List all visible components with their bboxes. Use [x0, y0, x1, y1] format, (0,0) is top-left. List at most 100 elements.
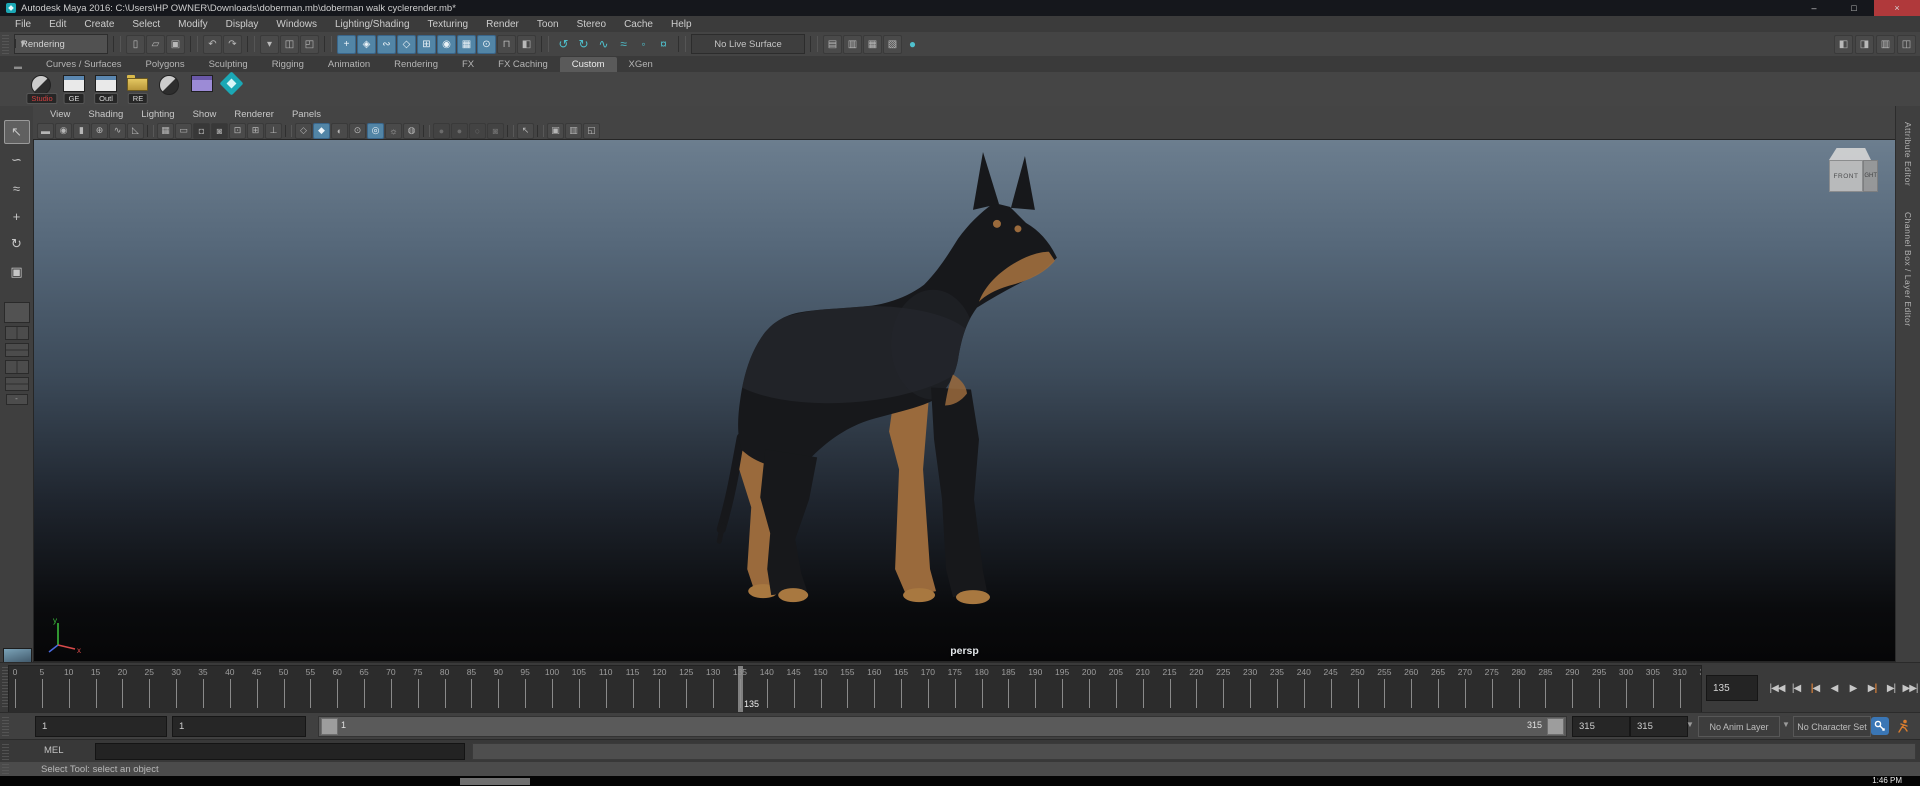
snap-curve-icon[interactable]: ◈	[357, 34, 376, 54]
menu-help[interactable]: Help	[662, 19, 701, 30]
panel-menu-show[interactable]: Show	[184, 109, 226, 120]
view-cube-front-face[interactable]: FRONT	[1829, 160, 1863, 192]
save-scene-icon[interactable]: ▣	[166, 34, 185, 54]
shelf-tab-custom[interactable]: Custom	[559, 57, 617, 72]
point-history-icon[interactable]: ◦	[634, 35, 653, 54]
depth-peeling-icon[interactable]: ●	[451, 122, 468, 139]
shelf-item-maya[interactable]	[219, 71, 246, 104]
panel-menu-renderer[interactable]: Renderer	[225, 109, 283, 120]
go-to-end-button[interactable]: ▶▶|	[1902, 678, 1919, 698]
menu-stereo[interactable]: Stereo	[568, 19, 615, 30]
shelf-tab-polygons[interactable]: Polygons	[134, 57, 197, 72]
snap-point-icon[interactable]: ∾	[377, 34, 396, 54]
camera-attributes-icon[interactable]: ◉	[55, 122, 72, 139]
range-grip[interactable]	[2, 716, 9, 736]
sidebar-tab-attribute-editor[interactable]: Attribute Editor	[1903, 122, 1913, 186]
move-tool[interactable]: +	[4, 204, 30, 228]
menu-toon[interactable]: Toon	[528, 19, 568, 30]
menu-windows[interactable]: Windows	[267, 19, 326, 30]
step-back-frame-button[interactable]: |◀	[1788, 678, 1804, 698]
live-surface-field[interactable]: No Live Surface	[691, 34, 805, 54]
close-button[interactable]: ×	[1874, 0, 1920, 16]
animation-preferences-button[interactable]	[1894, 717, 1912, 735]
current-frame-marker[interactable]	[737, 666, 743, 712]
menu-render[interactable]: Render	[477, 19, 528, 30]
in-viewport-effects-icon[interactable]: ○	[469, 122, 486, 139]
panel-menu-shading[interactable]: Shading	[79, 109, 132, 120]
sidebar-tool-settings-icon[interactable]: ◨	[1855, 34, 1874, 54]
shelf-item-studio[interactable]: Studio	[26, 72, 58, 104]
viewport-renderer-icon[interactable]: ◙	[487, 122, 504, 139]
shelf-item-editor[interactable]	[190, 72, 214, 104]
taskbar-app-button[interactable]	[460, 778, 530, 785]
shelf-tab-sculpting[interactable]: Sculpting	[197, 57, 260, 72]
layout-shortcut-button[interactable]	[3, 302, 30, 323]
menu-lighting-shading[interactable]: Lighting/Shading	[326, 19, 419, 30]
doberman-model[interactable]	[34, 140, 1895, 661]
shelf-tab-rendering[interactable]: Rendering	[382, 57, 450, 72]
shelf-item-re[interactable]: RE	[126, 72, 150, 104]
render-settings-icon[interactable]: ▧	[883, 34, 902, 54]
textured-mode-icon[interactable]: ◐	[331, 122, 348, 139]
auto-keyframe-toggle[interactable]	[1871, 717, 1889, 735]
construction-history-off-icon[interactable]: ↻	[574, 35, 593, 54]
layout-shortcut-button[interactable]	[4, 326, 29, 340]
panel-menu-panels[interactable]: Panels	[283, 109, 330, 120]
safe-action-icon[interactable]: ⊞	[247, 122, 264, 139]
sidebar-channel-box-icon[interactable]: ▥	[1876, 34, 1895, 54]
menu-edit[interactable]: Edit	[40, 19, 75, 30]
range-end-handle[interactable]	[1547, 718, 1564, 735]
hierarchy-mode-icon[interactable]: ◫	[280, 34, 299, 54]
safe-title-icon[interactable]: ⊥	[265, 122, 282, 139]
paint-select-tool[interactable]: ≈	[4, 176, 30, 200]
snap-plane-icon[interactable]: ◇	[397, 34, 416, 54]
shelf-tab-rigging[interactable]: Rigging	[260, 57, 316, 72]
command-line-grip[interactable]	[2, 743, 9, 760]
toolbar-grip[interactable]	[2, 34, 9, 54]
shelf-tab-fx[interactable]: FX	[450, 57, 486, 72]
current-frame-field[interactable]: 135	[1706, 675, 1758, 701]
render-current-frame-icon[interactable]: ▥	[843, 34, 862, 54]
animation-start-field[interactable]: 1	[172, 716, 306, 737]
sidebar-attribute-editor-icon[interactable]: ◧	[1834, 34, 1853, 54]
shelf-item-ge[interactable]: GE	[62, 72, 86, 104]
menu-file[interactable]: File	[6, 19, 40, 30]
curve-history-icon[interactable]: ∿	[594, 35, 613, 54]
lasso-select-tool[interactable]: ∽	[4, 148, 30, 172]
layout-shortcut-button[interactable]	[4, 360, 29, 374]
shelf-tab-curves-surfaces[interactable]: Curves / Surfaces	[34, 57, 134, 72]
field-chart-icon[interactable]: ⊡	[229, 122, 246, 139]
view-cube-top-face[interactable]	[1829, 148, 1871, 160]
selection-mode-caret-icon[interactable]: ▾	[260, 34, 279, 54]
render-sphere-icon[interactable]: ●	[903, 35, 922, 54]
step-forward-key-button[interactable]: ▶ |	[1864, 678, 1880, 698]
view-cube-right-face[interactable]: RIGHT	[1863, 160, 1878, 192]
menu-display[interactable]: Display	[217, 19, 268, 30]
help-line-grip[interactable]	[2, 764, 9, 774]
snap-center-icon[interactable]: ◉	[437, 34, 456, 54]
snap-grid-icon[interactable]: +	[337, 34, 356, 54]
menu-select[interactable]: Select	[123, 19, 169, 30]
shelf-tab-animation[interactable]: Animation	[316, 57, 382, 72]
highlight-selection-icon[interactable]: ◧	[517, 34, 536, 54]
open-scene-icon[interactable]: ▱	[146, 34, 165, 54]
select-tool[interactable]: ↖	[3, 120, 30, 144]
layout-shortcut-button[interactable]	[4, 343, 29, 357]
view-cube[interactable]: FRONT RIGHT	[1825, 148, 1885, 202]
texture-history-icon[interactable]: ¤	[654, 35, 673, 54]
multisample-icon[interactable]: ●	[433, 122, 450, 139]
2d-pan-zoom-icon[interactable]: ∿	[109, 122, 126, 139]
menu-cache[interactable]: Cache	[615, 19, 662, 30]
gate-mask-icon[interactable]: ◙	[211, 122, 228, 139]
screen-space-ao-icon[interactable]: ☼	[385, 122, 402, 139]
make-live-icon[interactable]: ▦	[457, 34, 476, 54]
film-gate-icon[interactable]: ▭	[175, 122, 192, 139]
character-set-caret-icon[interactable]: ▼	[1782, 720, 1790, 729]
new-scene-icon[interactable]: ▯	[126, 34, 145, 54]
shaded-mode-icon[interactable]: ◆	[313, 122, 330, 139]
anim-layer-selector[interactable]: No Anim Layer	[1698, 716, 1780, 737]
object-mode-icon[interactable]: ◰	[300, 34, 319, 54]
shelf-tab-xgen[interactable]: XGen	[617, 57, 665, 72]
use-all-lights-icon[interactable]: ⊙	[349, 122, 366, 139]
command-line-language-label[interactable]: MEL	[44, 745, 64, 756]
